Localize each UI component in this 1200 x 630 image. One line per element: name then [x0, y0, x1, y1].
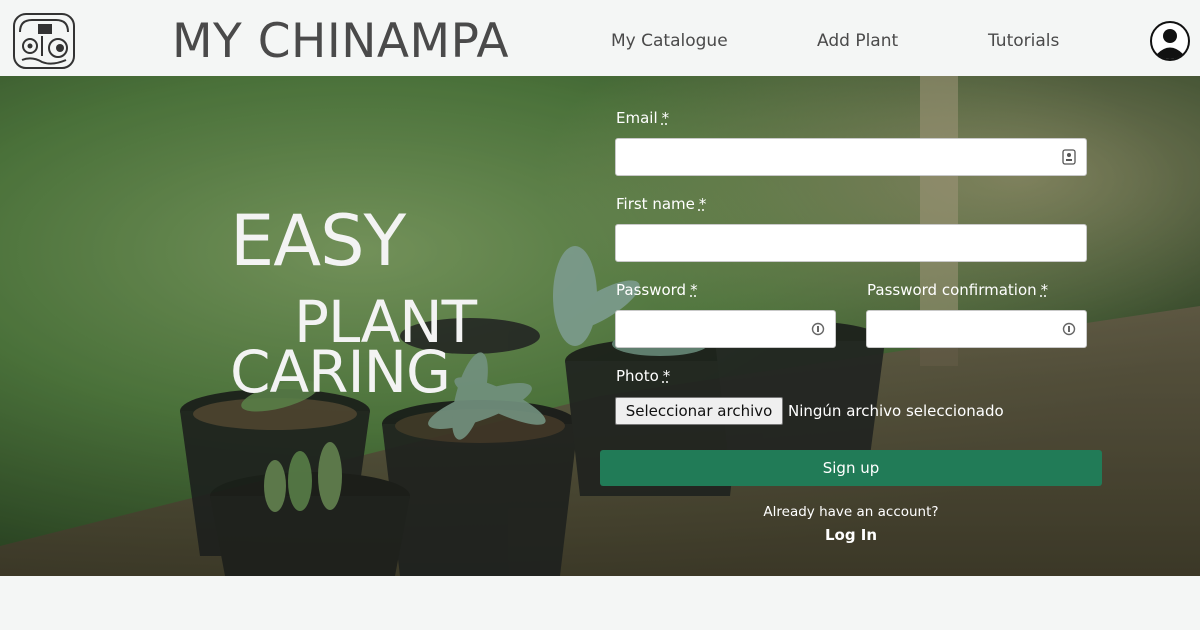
password-confirmation-field[interactable]: [866, 310, 1087, 348]
password-label: Password *: [616, 281, 698, 299]
email-field[interactable]: [615, 138, 1087, 176]
contact-card-icon[interactable]: [1062, 149, 1076, 165]
password-field[interactable]: [615, 310, 836, 348]
file-status-text: Ningún archivo seleccionado: [788, 402, 1004, 420]
sign-up-button[interactable]: Sign up: [600, 450, 1102, 486]
aztec-glyph-logo[interactable]: [12, 12, 76, 70]
choose-file-button[interactable]: Seleccionar archivo: [615, 397, 783, 425]
first-name-field[interactable]: [615, 224, 1087, 262]
password-key-icon[interactable]: [1062, 321, 1076, 337]
email-label: Email *: [616, 109, 670, 127]
password-key-icon[interactable]: [811, 321, 825, 337]
nav-add-plant[interactable]: Add Plant: [817, 31, 898, 51]
first-name-label: First name *: [616, 195, 707, 213]
log-in-link[interactable]: Log In: [600, 526, 1102, 544]
photo-label: Photo *: [616, 367, 671, 385]
user-avatar-icon[interactable]: [1150, 21, 1190, 61]
tagline-easy: EASY: [230, 200, 406, 282]
brand-title[interactable]: MY CHINAMPA: [172, 14, 509, 70]
top-navbar: MY CHINAMPA My Catalogue Add Plant Tutor…: [0, 0, 1200, 76]
already-account-text: Already have an account?: [763, 504, 939, 520]
password-confirmation-label: Password confirmation *: [867, 281, 1049, 299]
nav-my-catalogue[interactable]: My Catalogue: [611, 31, 728, 51]
nav-tutorials[interactable]: Tutorials: [988, 31, 1059, 51]
tagline-caring: CARING: [230, 338, 451, 406]
